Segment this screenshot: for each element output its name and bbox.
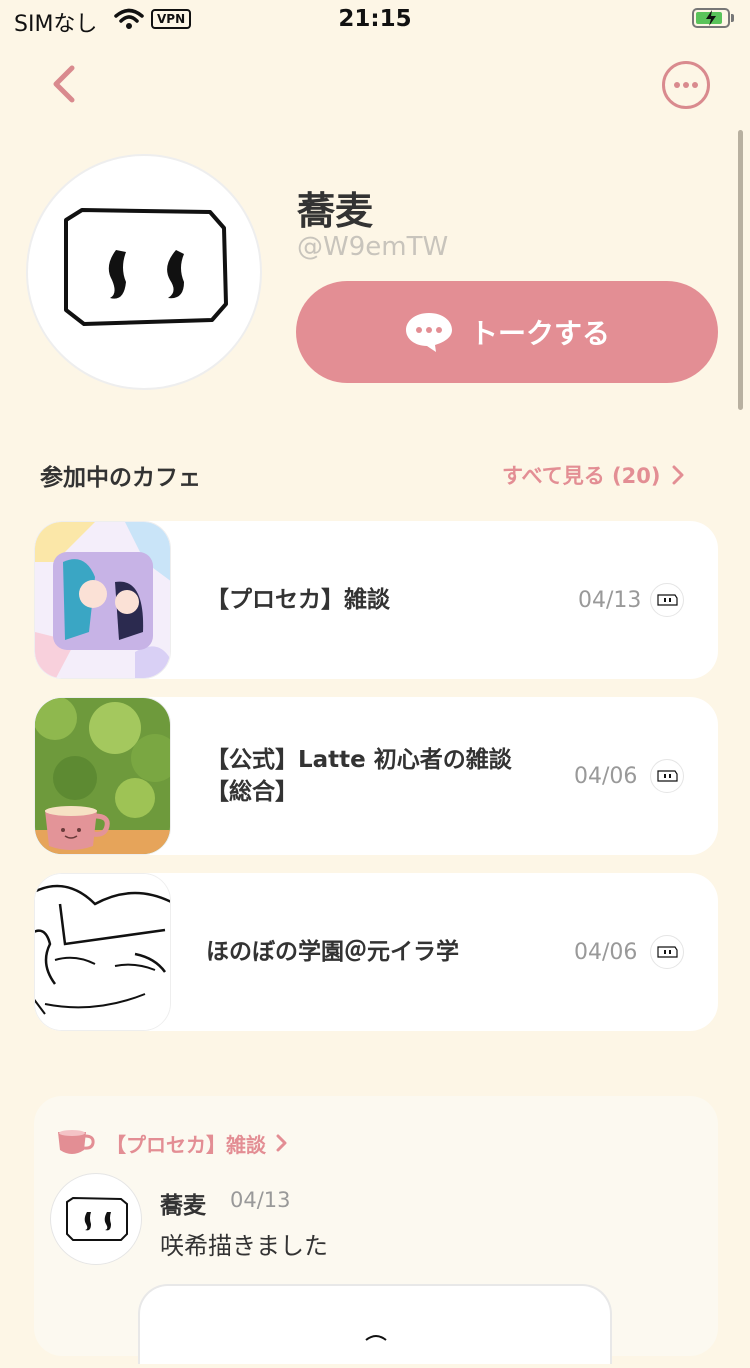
- cafe-title: 【公式】Latte 初心者の雑談【総合】: [206, 747, 512, 805]
- cafe-thumbnail: [34, 873, 171, 1031]
- coffee-cup-photo-image: [35, 698, 170, 854]
- cafe-date: 04/13: [578, 587, 642, 613]
- face-doodle-icon: [657, 594, 678, 606]
- battery-tip: [731, 14, 734, 22]
- talk-button-label: トークする: [469, 317, 610, 350]
- anime-illustration-image: [35, 522, 170, 678]
- post-cafe-link[interactable]: 【プロセカ】雑談: [56, 1128, 288, 1158]
- cafe-date: 04/06: [574, 939, 638, 965]
- member-avatar: [650, 583, 684, 617]
- post-author-avatar[interactable]: [50, 1173, 142, 1265]
- scrollbar[interactable]: [738, 130, 743, 410]
- cafe-item[interactable]: 【公式】Latte 初心者の雑談【総合】 04/06: [34, 697, 718, 855]
- face-doodle-icon: [64, 208, 228, 326]
- cafe-thumbnail: [34, 521, 171, 679]
- profile-name: 蕎麦: [297, 189, 374, 233]
- cafe-thumbnail: [34, 697, 171, 855]
- cafe-title: 【プロセカ】雑談: [206, 587, 390, 613]
- coffee-cup-icon: [58, 1130, 95, 1154]
- chevron-right-icon: [276, 1134, 287, 1152]
- sketch-face-image: [35, 874, 170, 1030]
- post-image[interactable]: [138, 1284, 612, 1364]
- post-author-name: 蕎麦: [160, 1193, 206, 1219]
- talk-button[interactable]: トークする: [296, 281, 718, 383]
- more-icon: [674, 82, 698, 88]
- cafe-date: 04/06: [574, 763, 638, 789]
- back-button[interactable]: [44, 62, 88, 106]
- battery-icon: [692, 8, 730, 28]
- chevron-left-icon: [53, 65, 75, 103]
- post-text: 咲希描きました: [160, 1232, 328, 1260]
- post-date: 04/13: [230, 1188, 291, 1212]
- face-doodle-icon: [657, 946, 678, 958]
- post-cafe-name: 【プロセカ】雑談: [106, 1132, 266, 1157]
- joined-cafes-heading: 参加中のカフェ: [40, 465, 201, 491]
- profile-avatar[interactable]: [26, 154, 262, 390]
- cafe-title: ほのぼの学園＠元イラ学: [206, 939, 459, 965]
- chevron-right-icon: [672, 465, 684, 485]
- see-all-label: すべて見る (20): [502, 464, 661, 488]
- more-button[interactable]: [662, 61, 710, 109]
- clock: 21:15: [338, 6, 412, 32]
- face-doodle-icon: [657, 770, 678, 782]
- profile-handle: @W9emTW: [297, 232, 449, 262]
- see-all-link[interactable]: すべて見る (20): [502, 460, 684, 490]
- chat-bubble-icon: [405, 313, 452, 352]
- cafe-item[interactable]: ほのぼの学園＠元イラ学 04/06: [34, 873, 718, 1031]
- post-image-preview: [365, 1335, 387, 1341]
- cafe-item[interactable]: 【プロセカ】雑談 04/13: [34, 521, 718, 679]
- member-avatar: [650, 935, 684, 969]
- face-doodle-icon: [66, 1196, 128, 1241]
- member-avatar: [650, 759, 684, 793]
